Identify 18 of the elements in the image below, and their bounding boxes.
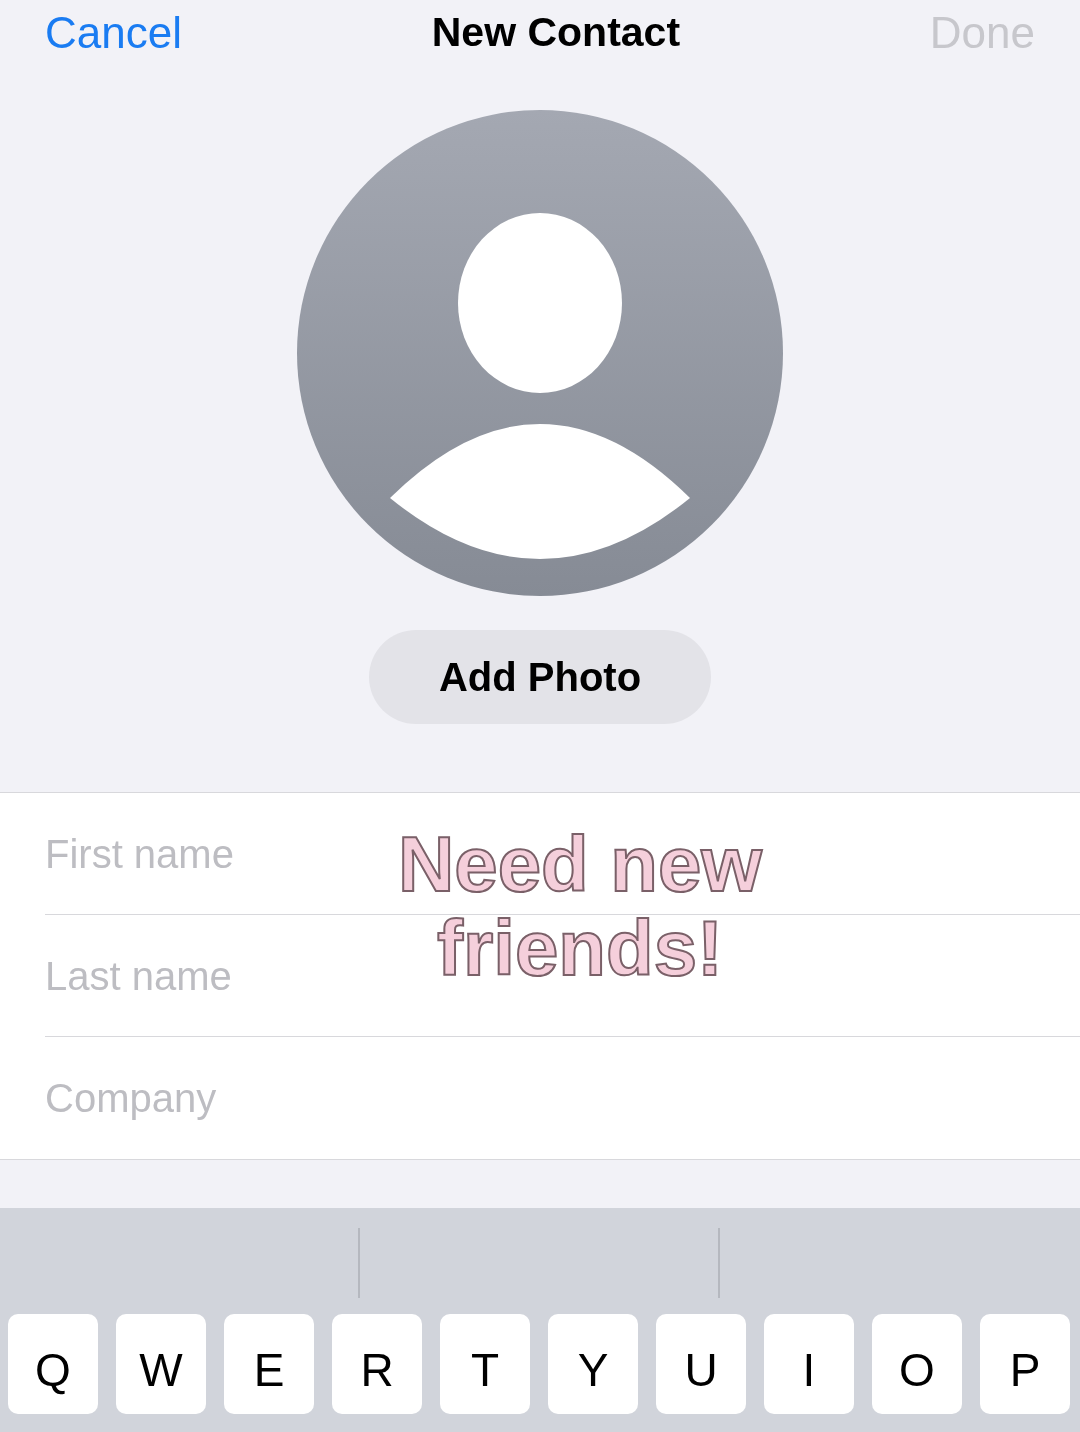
keyboard-key[interactable]: Q <box>8 1314 98 1414</box>
keyboard-key[interactable]: O <box>872 1314 962 1414</box>
text-field[interactable]: Last name <box>45 945 335 1006</box>
keyboard-key[interactable]: U <box>656 1314 746 1414</box>
text-field[interactable]: First name <box>45 823 335 884</box>
keyboard-key[interactable]: Y <box>548 1314 638 1414</box>
keyboard-key[interactable]: I <box>764 1314 854 1414</box>
keyboard-key[interactable]: R <box>332 1314 422 1414</box>
add-photo-button[interactable]: Add Photo <box>369 630 711 724</box>
text-field[interactable]: Company <box>45 1068 335 1128</box>
avatar-icon[interactable] <box>297 110 783 596</box>
cancel-button[interactable]: Cancel <box>45 0 182 66</box>
screen-title: New Contact <box>431 8 681 58</box>
keyboard-key[interactable]: E <box>224 1314 314 1414</box>
keyboard-key[interactable]: W <box>116 1314 206 1414</box>
keyboard-key[interactable]: T <box>440 1314 530 1414</box>
keyboard-key[interactable]: P <box>980 1314 1070 1414</box>
sticker-text: Need new friends! <box>396 822 764 990</box>
